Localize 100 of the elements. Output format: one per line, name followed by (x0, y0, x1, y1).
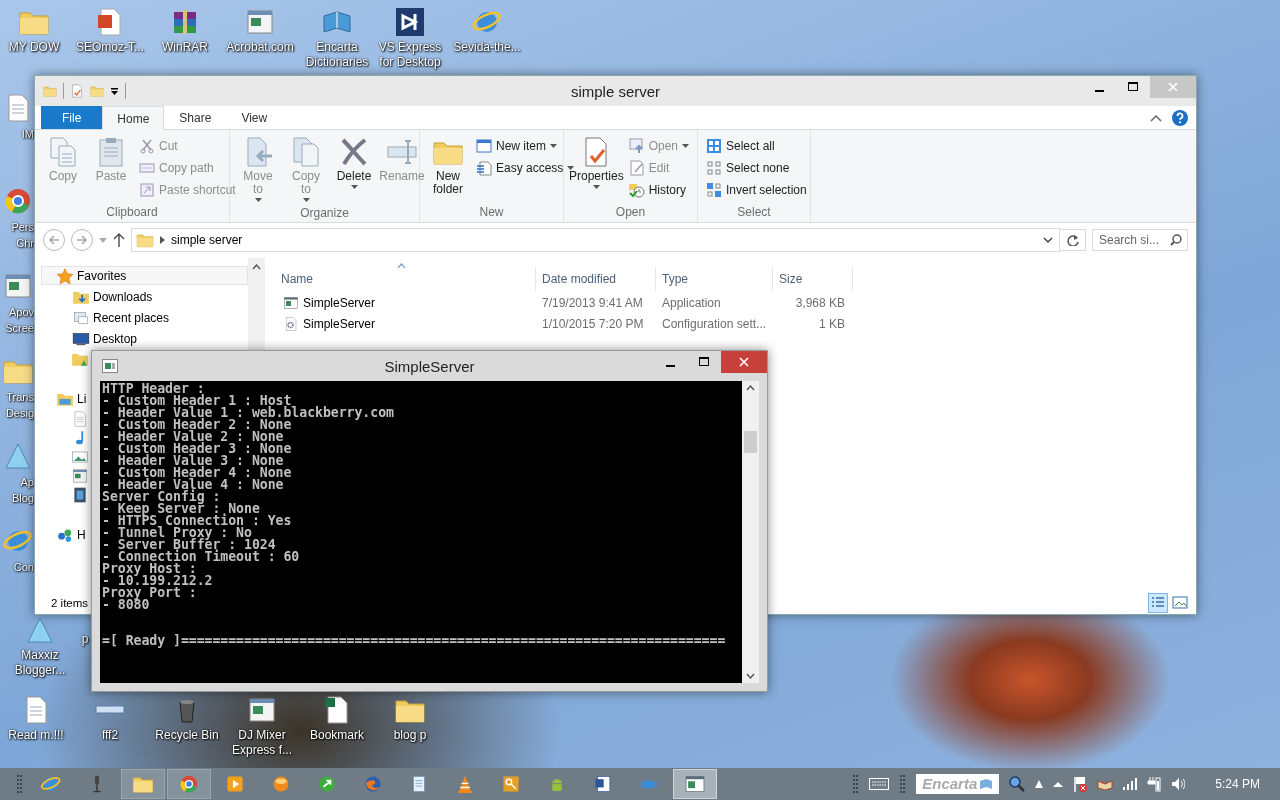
forward-button[interactable] (71, 229, 93, 251)
nav-item[interactable]: H (41, 525, 87, 544)
grip-handle-icon[interactable] (16, 773, 23, 795)
clock[interactable]: 5:24 PM (1215, 777, 1260, 791)
desktop-icon-label[interactable]: fff2 (101, 728, 119, 743)
open-book-icon[interactable] (1097, 778, 1114, 790)
column-header[interactable]: Name (275, 267, 536, 291)
left-arrow-icon (48, 234, 60, 246)
scroll-up-icon[interactable] (746, 385, 755, 391)
scroll-up-icon[interactable] (252, 264, 261, 270)
ribbon-button[interactable]: New folder (426, 134, 470, 204)
status-text: 2 items (51, 597, 89, 609)
scrollbar[interactable] (742, 381, 759, 683)
nav-item[interactable]: Desktop (55, 329, 139, 348)
refresh-button[interactable] (1060, 229, 1086, 251)
copy-icon (47, 136, 79, 168)
column-header[interactable]: Date modified (536, 267, 656, 291)
nav-item[interactable]: Li (41, 389, 88, 408)
program-window-icon (684, 773, 706, 795)
console-line: - Custom Header 4 : None (102, 467, 293, 479)
flag-icon[interactable] (1073, 776, 1088, 792)
console-line: - Header Value 1 : web.blackberry.com (102, 407, 395, 419)
ribbon-group-label: Select (736, 204, 772, 221)
play-icon (224, 773, 246, 795)
dropdown-icon[interactable] (110, 86, 119, 96)
search-icon[interactable] (1170, 234, 1182, 246)
copy-folder-icon (290, 136, 322, 168)
console-line: - Custom Header 3 : None (102, 443, 293, 455)
ribbon-tab[interactable]: View (226, 106, 283, 129)
breadcrumb-item[interactable]: simple server (171, 233, 243, 247)
shortcut-icon (139, 182, 155, 198)
nav-item[interactable]: Downloads (55, 287, 154, 306)
ribbon-button[interactable]: Delete (332, 134, 376, 205)
file-menu-button[interactable]: File (41, 106, 103, 129)
desktop-icon-label[interactable]: blog p (393, 728, 427, 743)
console-line: - HTTPS Connection : Yes (102, 515, 293, 527)
ribbon-tab[interactable]: Share (164, 106, 227, 129)
column-header[interactable]: Size (773, 267, 853, 291)
grip-handle-icon[interactable] (852, 773, 860, 795)
key-icon (500, 773, 522, 795)
keyboard-icon[interactable] (869, 778, 890, 790)
grip-handle-icon[interactable] (899, 773, 907, 795)
address-bar[interactable]: simple server (131, 228, 1060, 252)
scroll-thumb[interactable] (744, 431, 757, 453)
chevron-right-icon (160, 236, 165, 244)
nav-item[interactable]: Recent places (55, 308, 171, 327)
console-line: - Header Value 4 : None (102, 479, 285, 491)
film-icon[interactable] (71, 485, 89, 504)
ribbon-button[interactable]: Select all (704, 136, 809, 156)
open-icon (628, 138, 645, 154)
view-toggle-button[interactable] (1148, 593, 1168, 613)
minimize-icon (665, 364, 675, 367)
ribbon-button[interactable]: Select none (704, 158, 809, 178)
file-name[interactable]: SimpleServer (275, 294, 536, 311)
ribbon-tab[interactable]: Home (102, 106, 165, 130)
program-window-icon[interactable] (102, 359, 118, 373)
table-cell-text: Configuration sett... (661, 316, 768, 331)
battery-plug-icon[interactable] (1147, 776, 1162, 792)
star-icon (56, 266, 74, 285)
show-hidden-icons-icon[interactable] (1053, 781, 1064, 787)
signal-bars-icon[interactable] (1123, 778, 1138, 790)
console-line: - Tunnel Proxy : No (102, 527, 252, 539)
column-header[interactable]: Type (656, 267, 773, 291)
logo-icon[interactable] (394, 6, 426, 38)
desktop-icon-label[interactable]: Recycle Bin (155, 728, 219, 743)
refresh-icon (1066, 234, 1079, 246)
console-line: - Header Value 3 : None (102, 455, 284, 467)
file-name[interactable]: SimpleServer (275, 315, 536, 332)
table-cell-text: 7/19/2013 9:41 AM (541, 295, 644, 310)
up-arrow-icon[interactable] (113, 233, 125, 247)
circle-logo-icon (178, 773, 200, 795)
ribbon-button[interactable]: History (626, 180, 691, 200)
desktop-icon-label[interactable]: DJ Mixer Express f... (224, 728, 300, 758)
tiles-view-icon (1172, 595, 1188, 611)
up-triangle-icon[interactable] (1035, 780, 1044, 788)
select-all-icon (706, 138, 722, 154)
speaker-icon[interactable] (1171, 777, 1186, 791)
chevron-down-icon[interactable] (1043, 237, 1053, 243)
taskbar-button[interactable] (673, 769, 717, 799)
scroll-down-icon[interactable] (746, 673, 755, 679)
new-item-icon (476, 138, 492, 154)
window-icon[interactable] (71, 466, 89, 485)
scrollbar[interactable] (248, 258, 265, 350)
gear-document-icon (283, 315, 299, 332)
collapse-ribbon-icon[interactable] (1150, 113, 1162, 122)
desktop-icon-label[interactable]: Bookmark (310, 728, 364, 743)
right-arrow-icon (76, 234, 88, 246)
maximize-icon (699, 357, 709, 367)
folder-icon (136, 231, 154, 249)
ribbon-group-label: Clipboard (105, 204, 159, 221)
dropdown-caret-icon[interactable] (99, 237, 107, 243)
ribbon-button[interactable]: Invert selection (704, 180, 809, 200)
help-icon[interactable] (1172, 109, 1188, 126)
search-field[interactable]: Search si... (1092, 229, 1188, 251)
nav-item[interactable]: Favorites (41, 266, 248, 285)
magnifier-icon[interactable] (1009, 776, 1026, 792)
properties-icon[interactable] (70, 84, 84, 98)
back-button[interactable] (43, 229, 65, 251)
path-icon (139, 160, 155, 176)
easy-access-icon (476, 160, 492, 176)
